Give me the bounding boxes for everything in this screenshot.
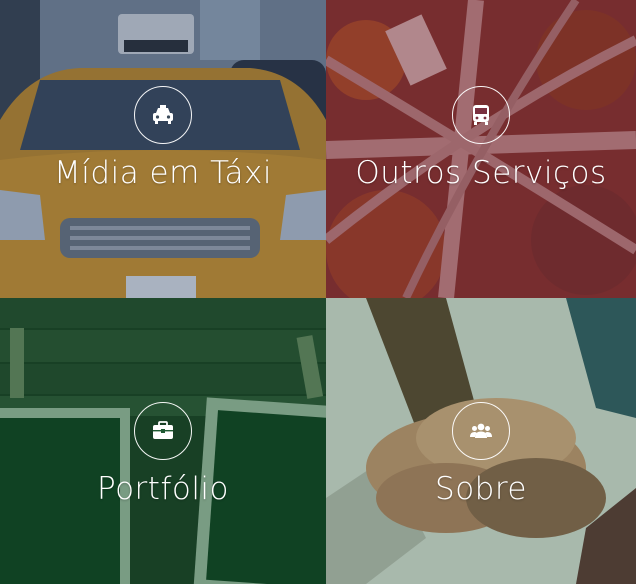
tile-label: Sobre (435, 471, 527, 507)
bus-icon (473, 105, 489, 125)
tile-outros-servicos[interactable]: Outros Serviços (326, 0, 636, 298)
briefcase-icon-circle (134, 402, 192, 460)
tile-label: Mídia em Táxi (54, 155, 272, 191)
users-icon (470, 423, 492, 438)
users-icon-circle (452, 402, 510, 460)
tile-portfolio[interactable]: Portfólio (0, 298, 326, 584)
services-grid: Mídia em Táxi Outros Serviços Portfólio … (0, 0, 636, 584)
tile-label: Outros Serviços (355, 155, 607, 191)
taxi-icon (153, 105, 173, 124)
tile-content: Mídia em Táxi (0, 86, 326, 191)
briefcase-icon (153, 421, 173, 439)
tile-content: Outros Serviços (326, 86, 636, 191)
tile-sobre[interactable]: Sobre (326, 298, 636, 584)
bus-icon-circle (452, 86, 510, 144)
tile-midia-em-taxi[interactable]: Mídia em Táxi (0, 0, 326, 298)
tile-label: Portfólio (96, 471, 230, 507)
taxi-icon-circle (134, 86, 192, 144)
tile-content: Portfólio (0, 402, 326, 507)
tile-content: Sobre (326, 402, 636, 507)
